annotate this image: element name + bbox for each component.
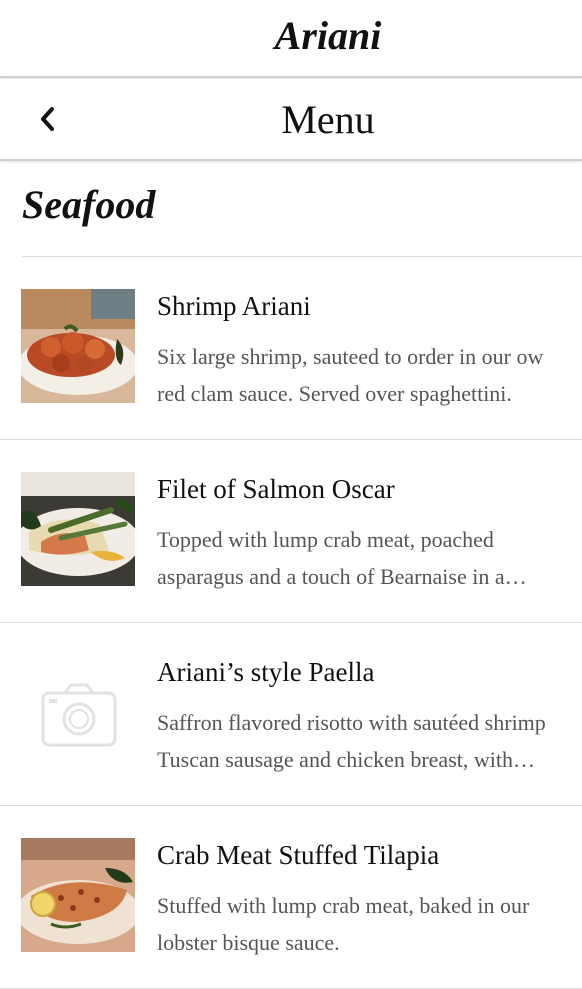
- menu-item[interactable]: Filet of Salmon Oscar Topped with lump c…: [0, 440, 582, 623]
- item-description: Six large shrimp, sauteed to order in ou…: [157, 338, 582, 412]
- item-description-line: Stuffed with lump crab meat, baked in ou…: [157, 893, 530, 918]
- item-description: Saffron flavored risotto with sautéed sh…: [157, 704, 582, 778]
- tilapia-photo: [21, 838, 135, 952]
- shrimp-photo: [21, 289, 135, 403]
- item-name: Ariani’s style Paella: [157, 657, 375, 687]
- salmon-photo: [21, 472, 135, 586]
- item-description-line: Tuscan sausage and chicken breast, with…: [157, 747, 535, 772]
- menu-item[interactable]: Shrimp Ariani Six large shrimp, sauteed …: [0, 257, 582, 440]
- camera-placeholder-icon: [21, 655, 135, 769]
- item-name: Crab Meat Stuffed Tilapia: [157, 840, 440, 870]
- brand-title: Ariani: [274, 13, 382, 58]
- item-description-line: Six large shrimp, sauteed to order in ou…: [157, 344, 544, 369]
- item-description-line: Topped with lump crab meat, poached: [157, 527, 494, 552]
- nav-bar: Menu: [0, 79, 582, 161]
- item-description-line: Saffron flavored risotto with sautéed sh…: [157, 710, 546, 735]
- app-header: Ariani: [0, 0, 582, 78]
- item-description-line: lobster bisque sauce.: [157, 930, 340, 955]
- menu-list: Shrimp Ariani Six large shrimp, sauteed …: [0, 257, 582, 989]
- menu-item[interactable]: Crab Meat Stuffed Tilapia Stuffed with l…: [0, 806, 582, 989]
- page-title: Menu: [281, 97, 375, 142]
- menu-item[interactable]: Ariani’s style Paella Saffron flavored r…: [0, 623, 582, 806]
- item-description: Stuffed with lump crab meat, baked in ou…: [157, 887, 582, 961]
- item-description-line: red clam sauce. Served over spaghettini.: [157, 381, 512, 406]
- item-name: Shrimp Ariani: [157, 291, 311, 321]
- section-title: Seafood: [22, 182, 156, 227]
- item-description-line: asparagus and a touch of Bearnaise in a…: [157, 564, 527, 589]
- item-name: Filet of Salmon Oscar: [157, 474, 395, 504]
- item-description: Topped with lump crab meat, poached aspa…: [157, 521, 582, 595]
